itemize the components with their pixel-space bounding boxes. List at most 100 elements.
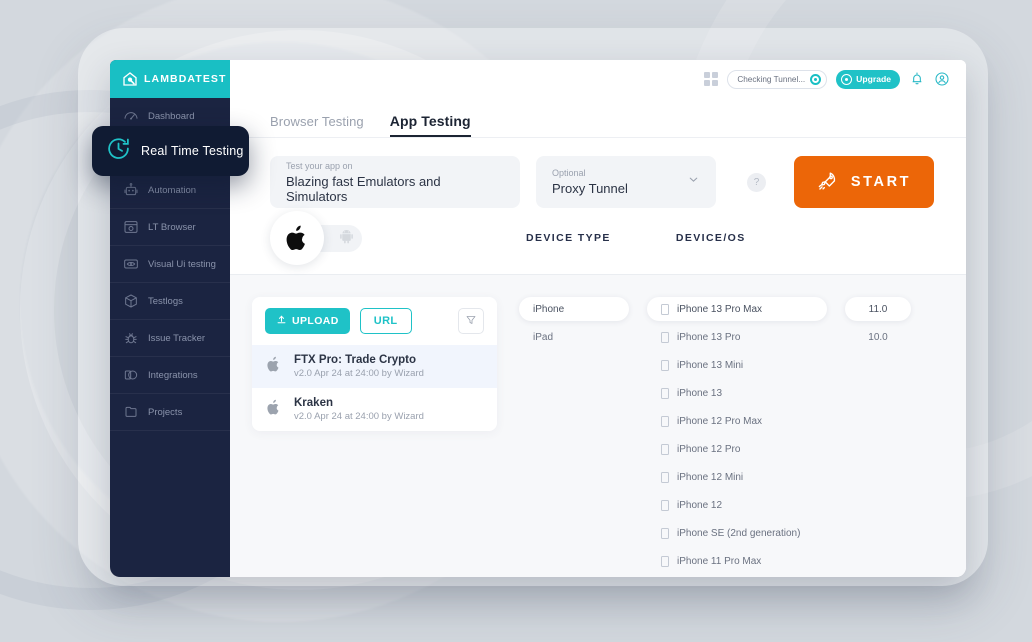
- platform-toggle-row: DEVICE TYPE DEVICE/OS: [230, 208, 966, 275]
- sidebar-item-testlogs[interactable]: Testlogs: [110, 283, 230, 320]
- question-mark-icon: ?: [753, 176, 760, 188]
- option-label: iPhone 13 Pro: [677, 331, 741, 343]
- device-outline-icon: [661, 387, 669, 399]
- list-item[interactable]: Kraken v2.0 Apr 24 at 24:00 by Wizard: [252, 388, 497, 431]
- device-option[interactable]: iPhone 11 Pro Max: [647, 549, 827, 573]
- option-label: iPhone 12 Pro: [677, 443, 741, 455]
- app-target-label: Test your app on: [286, 160, 353, 171]
- device-outline-icon: [661, 359, 669, 371]
- box-icon: [123, 293, 139, 309]
- app-target-select[interactable]: Test your app on Blazing fast Emulators …: [270, 156, 520, 208]
- robot-icon: [123, 182, 139, 198]
- sidebar-item-integrations[interactable]: Integrations: [110, 357, 230, 394]
- puzzle-circles-icon: [123, 367, 139, 383]
- brand-logo[interactable]: LAMBDATEST: [110, 60, 230, 98]
- device-type-header: DEVICE TYPE: [526, 232, 611, 244]
- device-outline-icon: [661, 471, 669, 483]
- user-avatar-icon[interactable]: [934, 71, 950, 87]
- sidebar-item-label: Testlogs: [148, 295, 183, 307]
- option-label: iPad: [533, 331, 554, 343]
- option-label: iPhone 12: [677, 499, 723, 511]
- proxy-tunnel-select[interactable]: Optional Proxy Tunnel: [536, 156, 716, 208]
- device-outline-icon: [661, 415, 669, 427]
- device-outline-icon: [661, 527, 669, 539]
- apple-logo-icon: [266, 398, 282, 422]
- funnel-filter-icon: [465, 314, 477, 329]
- device-option[interactable]: iPhone 13 Pro: [647, 325, 827, 349]
- app-target-value: Blazing fast Emulators and Simulators: [286, 173, 441, 204]
- upgrade-label: Upgrade: [856, 74, 891, 84]
- device-outline-icon: [661, 443, 669, 455]
- brand-name: LAMBDATEST: [144, 73, 227, 85]
- apple-logo-icon: [266, 355, 282, 379]
- tunnel-status-icon: [810, 73, 822, 85]
- sidebar-item-automation[interactable]: Automation: [110, 172, 230, 209]
- start-button[interactable]: START: [794, 156, 934, 208]
- option-label: iPhone 13: [677, 387, 723, 399]
- upgrade-circle-icon: [841, 73, 853, 85]
- bug-icon: [123, 330, 139, 346]
- sidebar-item-label: Integrations: [148, 369, 198, 381]
- os-version-column: 11.0 10.0: [845, 297, 911, 577]
- topbar: Checking Tunnel... Upgrade: [230, 60, 966, 98]
- sidebar-item-issue-tracker[interactable]: Issue Tracker: [110, 320, 230, 357]
- os-version-option[interactable]: 10.0: [845, 325, 911, 349]
- chevron-down-icon: [687, 173, 700, 191]
- upload-arrow-icon: [276, 314, 287, 328]
- tab-app-testing[interactable]: App Testing: [389, 113, 471, 137]
- app-list-panel: UPLOAD URL FTX Pro: Trade Crypto v2.0 Ap…: [252, 297, 497, 431]
- device-option[interactable]: iPhone 13 Pro Max: [647, 297, 827, 321]
- option-label: iPhone 12 Pro Max: [677, 415, 763, 427]
- option-label: iPhone 13 Mini: [677, 359, 744, 371]
- eye-in-frame-icon: [123, 256, 139, 272]
- lambdatest-logo-icon: [122, 71, 138, 87]
- sidebar-item-lt-browser[interactable]: LT Browser: [110, 209, 230, 246]
- tab-browser-testing[interactable]: Browser Testing: [270, 114, 364, 137]
- device-type-option-iphone[interactable]: iPhone: [519, 297, 629, 321]
- app-grid-icon[interactable]: [704, 72, 719, 86]
- option-label: iPhone: [533, 303, 565, 315]
- android-robot-icon[interactable]: [338, 226, 355, 250]
- tunnel-status-badge[interactable]: Checking Tunnel...: [727, 69, 828, 89]
- list-item[interactable]: FTX Pro: Trade Crypto v2.0 Apr 24 at 24:…: [252, 345, 497, 388]
- device-outline-icon: [661, 331, 669, 343]
- main-content: Checking Tunnel... Upgrade Browser Testi…: [230, 60, 966, 577]
- selection-area: UPLOAD URL FTX Pro: Trade Crypto v2.0 Ap…: [230, 275, 966, 577]
- device-option[interactable]: iPhone SE (2nd generation): [647, 521, 827, 545]
- sidebar-item-projects[interactable]: Projects: [110, 394, 230, 431]
- device-type-column: iPhone iPad: [519, 297, 629, 577]
- notification-bell-icon[interactable]: [909, 71, 925, 87]
- upload-button[interactable]: UPLOAD: [265, 308, 350, 334]
- option-label: 11.0: [868, 303, 888, 315]
- speedometer-icon: [123, 108, 139, 124]
- device-outline-icon: [661, 499, 669, 511]
- device-option[interactable]: iPhone 13 Mini: [647, 353, 827, 377]
- device-model-column: iPhone 13 Pro Max iPhone 13 Pro iPhone 1…: [647, 297, 827, 577]
- clock-arrow-icon: [106, 136, 131, 166]
- option-label: iPhone 11 Pro Max: [677, 555, 762, 567]
- help-button[interactable]: ?: [747, 172, 766, 192]
- platform-toggle[interactable]: [270, 211, 362, 265]
- option-label: iPhone SE (2nd generation): [677, 527, 801, 539]
- sidebar-item-label: Issue Tracker: [148, 332, 206, 344]
- device-option[interactable]: iPhone 12 Pro: [647, 437, 827, 461]
- upgrade-button[interactable]: Upgrade: [836, 69, 900, 89]
- device-option[interactable]: iPhone 12: [647, 493, 827, 517]
- device-selection-columns: iPhone iPad iPhone 13 Pro Max iPhone 13 …: [497, 297, 966, 577]
- url-button[interactable]: URL: [359, 308, 412, 334]
- os-version-option[interactable]: 11.0: [845, 297, 911, 321]
- device-option[interactable]: iPhone 12 Mini: [647, 465, 827, 489]
- app-panel-toolbar: UPLOAD URL: [252, 297, 497, 345]
- proxy-label: Optional: [552, 168, 586, 178]
- sidebar-item-real-time-testing[interactable]: Real Time Testing: [92, 126, 249, 176]
- filter-button[interactable]: [458, 308, 484, 334]
- device-option[interactable]: iPhone 12 Pro Max: [647, 409, 827, 433]
- sidebar-item-label: LT Browser: [148, 221, 196, 233]
- device-os-header: DEVICE/OS: [675, 232, 746, 244]
- sidebar-item-visual-ui-testing[interactable]: Visual Ui testing: [110, 246, 230, 283]
- sidebar-item-label: Real Time Testing: [141, 144, 244, 158]
- device-option[interactable]: iPhone 13: [647, 381, 827, 405]
- test-config-row: Test your app on Blazing fast Emulators …: [230, 138, 966, 208]
- apple-logo-icon[interactable]: [270, 211, 324, 265]
- device-type-option-ipad[interactable]: iPad: [519, 325, 629, 349]
